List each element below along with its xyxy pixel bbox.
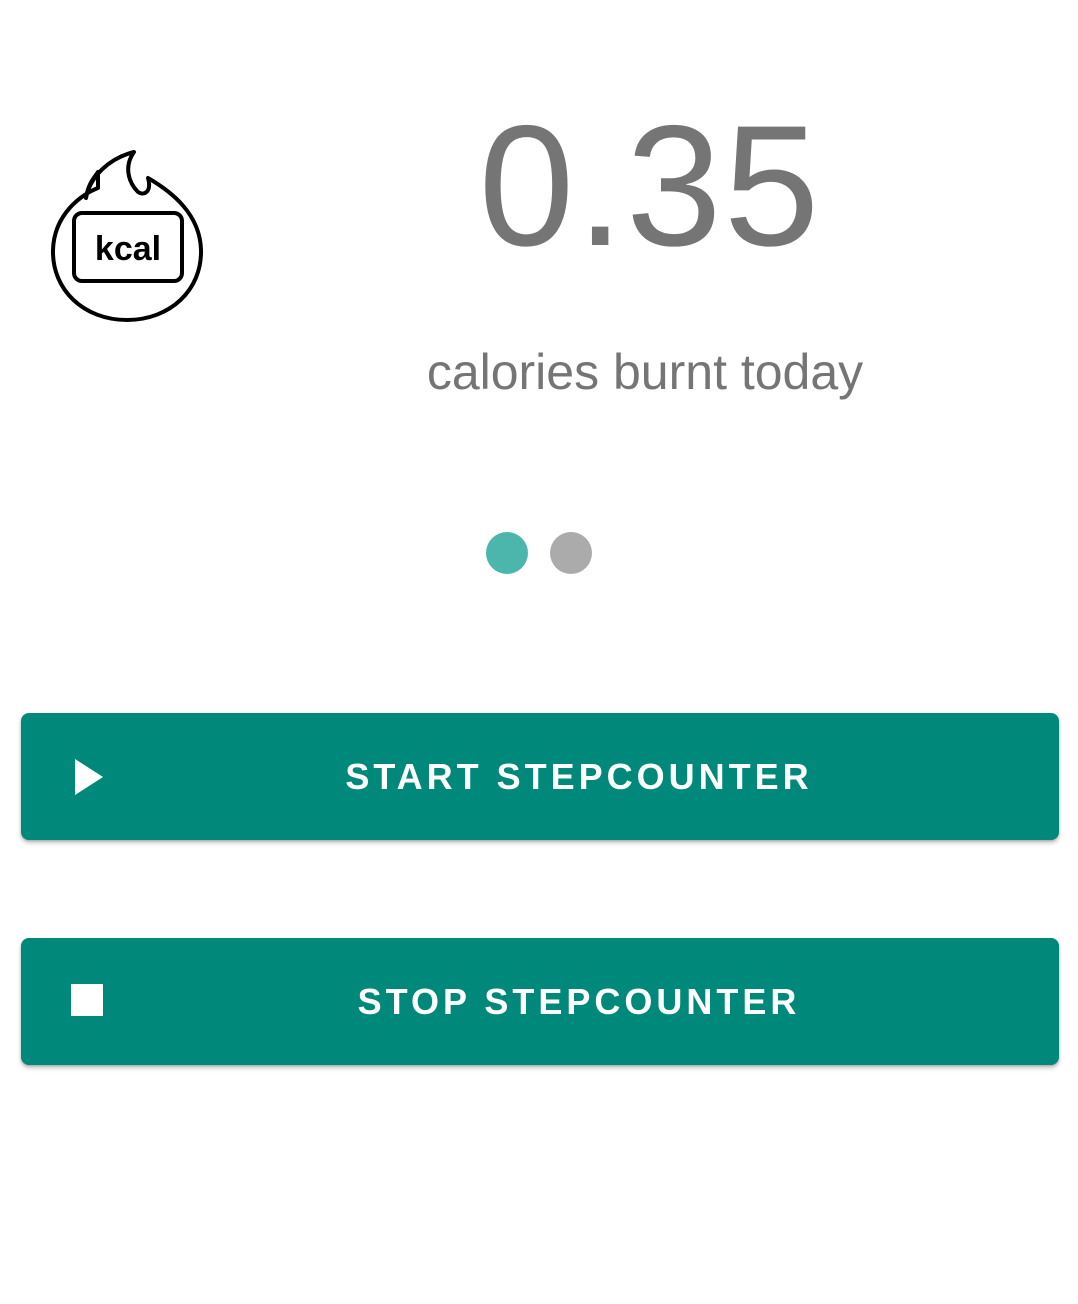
page-indicator: [486, 532, 592, 574]
start-button-label: START STEPCOUNTER: [345, 756, 813, 797]
kcal-icon-text: kcal: [95, 230, 161, 268]
calories-value: 0.35: [478, 90, 822, 282]
kcal-flame-icon: kcal: [48, 148, 206, 326]
page-dot-1[interactable]: [486, 532, 528, 574]
calories-screen: kcal 0.35 calories burnt today START STE…: [0, 0, 1078, 1304]
stop-stepcounter-button[interactable]: STOP STEPCOUNTER: [21, 938, 1059, 1065]
start-stepcounter-button[interactable]: START STEPCOUNTER: [21, 713, 1059, 840]
stop-button-label: STOP STEPCOUNTER: [357, 981, 801, 1022]
calories-caption: calories burnt today: [426, 344, 864, 400]
page-dot-2[interactable]: [550, 532, 592, 574]
